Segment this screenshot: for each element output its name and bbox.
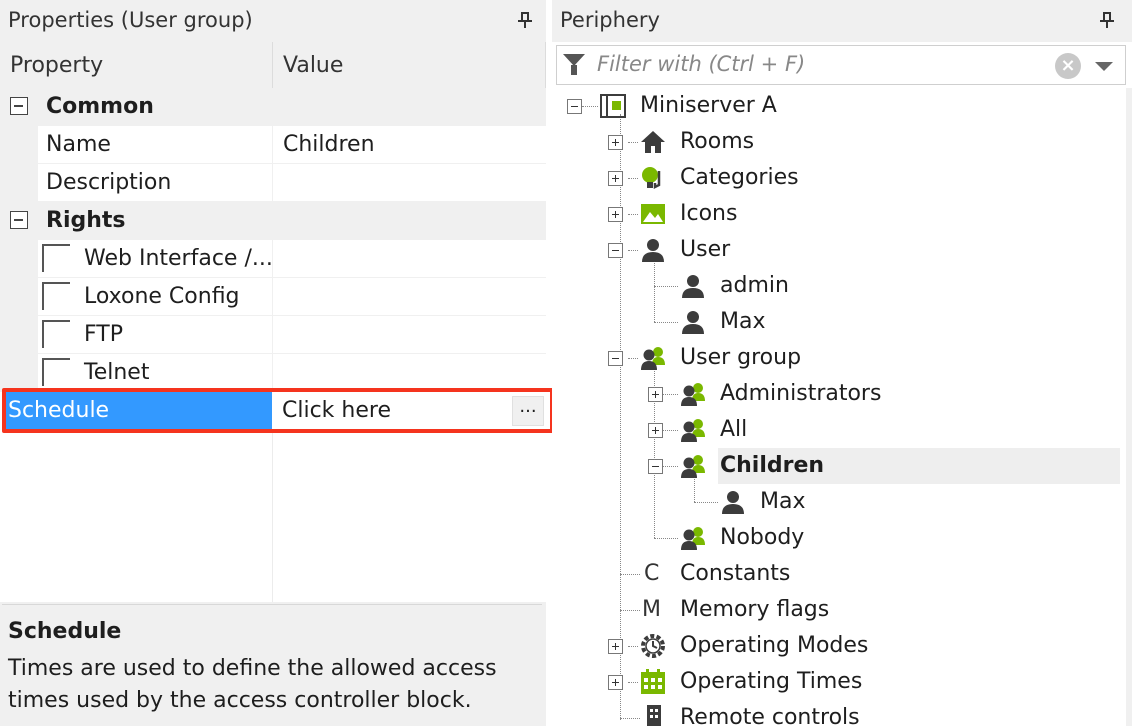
chevron-down-icon[interactable] (1095, 62, 1113, 71)
collapse-icon[interactable] (567, 99, 582, 114)
expand-icon[interactable] (608, 171, 623, 186)
property-row-description[interactable]: Description (0, 164, 546, 202)
image-icon (640, 201, 666, 227)
checkbox-web-interface[interactable] (42, 244, 70, 272)
memory-flags-icon: M (642, 597, 661, 622)
filter-input[interactable]: Filter with (Ctrl + F) × (556, 45, 1126, 85)
column-header-value[interactable]: Value (273, 42, 546, 88)
collapse-icon[interactable] (608, 351, 623, 366)
properties-title: Properties (User group) (8, 8, 253, 32)
pin-icon[interactable] (518, 9, 532, 31)
expand-icon[interactable] (648, 423, 663, 438)
user-group-icon (640, 345, 666, 371)
user-icon (680, 309, 706, 335)
user-group-icon (680, 453, 706, 479)
right-label: Web Interface /... (84, 246, 273, 271)
remote-control-icon (644, 704, 664, 726)
scrollbar-track[interactable] (1126, 88, 1132, 726)
expand-icon[interactable] (608, 135, 623, 150)
highlight-annotation (2, 388, 554, 433)
collapse-icon[interactable] (10, 211, 28, 229)
periphery-panel: Periphery Filter with (Ctrl + F) × Minis… (552, 0, 1132, 726)
right-label: Telnet (84, 360, 150, 385)
calendar-icon (640, 669, 666, 695)
property-grid: Property Value Common Name Children Desc… (0, 42, 546, 602)
right-row-loxone-config[interactable]: Loxone Config (0, 278, 546, 316)
miniserver-icon (600, 93, 626, 119)
right-label: FTP (84, 322, 123, 347)
filter-placeholder: Filter with (Ctrl + F) (597, 52, 806, 76)
properties-header: Properties (User group) (0, 0, 546, 42)
clock-gear-icon (640, 633, 666, 659)
periphery-title: Periphery (560, 8, 660, 32)
pin-icon[interactable] (1100, 9, 1114, 31)
right-row-web-interface[interactable]: Web Interface /... (0, 240, 546, 278)
property-label-name: Name (46, 132, 111, 157)
description-value-field[interactable] (273, 164, 546, 201)
checkbox-ftp[interactable] (42, 320, 70, 348)
right-row-ftp[interactable]: FTP (0, 316, 546, 354)
column-header-property[interactable]: Property (0, 42, 273, 88)
bulb-icon (640, 165, 666, 191)
expand-icon[interactable] (608, 639, 623, 654)
column-divider (272, 430, 273, 602)
right-label: Loxone Config (84, 284, 240, 309)
property-row-name[interactable]: Name Children (0, 126, 546, 164)
description-text: Times are used to define the allowed acc… (8, 656, 497, 713)
collapse-icon[interactable] (648, 459, 663, 474)
category-rights[interactable]: Rights (0, 202, 546, 240)
house-icon (640, 129, 666, 155)
user-icon (680, 273, 706, 299)
user-group-icon (680, 525, 706, 551)
clear-filter-icon[interactable]: × (1055, 53, 1081, 79)
periphery-header: Periphery (552, 0, 1132, 42)
collapse-icon[interactable] (10, 97, 28, 115)
description-title: Schedule (8, 619, 122, 644)
user-group-icon (680, 381, 706, 407)
user-group-icon (680, 417, 706, 443)
expand-icon[interactable] (608, 207, 623, 222)
property-label-description: Description (46, 170, 172, 195)
right-row-telnet[interactable]: Telnet (0, 354, 546, 392)
checkbox-loxone-config[interactable] (42, 282, 70, 310)
user-icon (640, 237, 666, 263)
description-panel: Schedule Times are used to define the al… (2, 604, 542, 726)
name-value-field[interactable]: Children (273, 126, 546, 163)
checkbox-telnet[interactable] (42, 358, 70, 386)
expand-icon[interactable] (648, 387, 663, 402)
category-common[interactable]: Common (0, 88, 546, 126)
properties-panel: Properties (User group) Property Value C… (0, 0, 554, 726)
expand-icon[interactable] (608, 675, 623, 690)
constants-icon: C (644, 561, 660, 586)
user-icon (720, 489, 746, 515)
collapse-icon[interactable] (608, 243, 623, 258)
